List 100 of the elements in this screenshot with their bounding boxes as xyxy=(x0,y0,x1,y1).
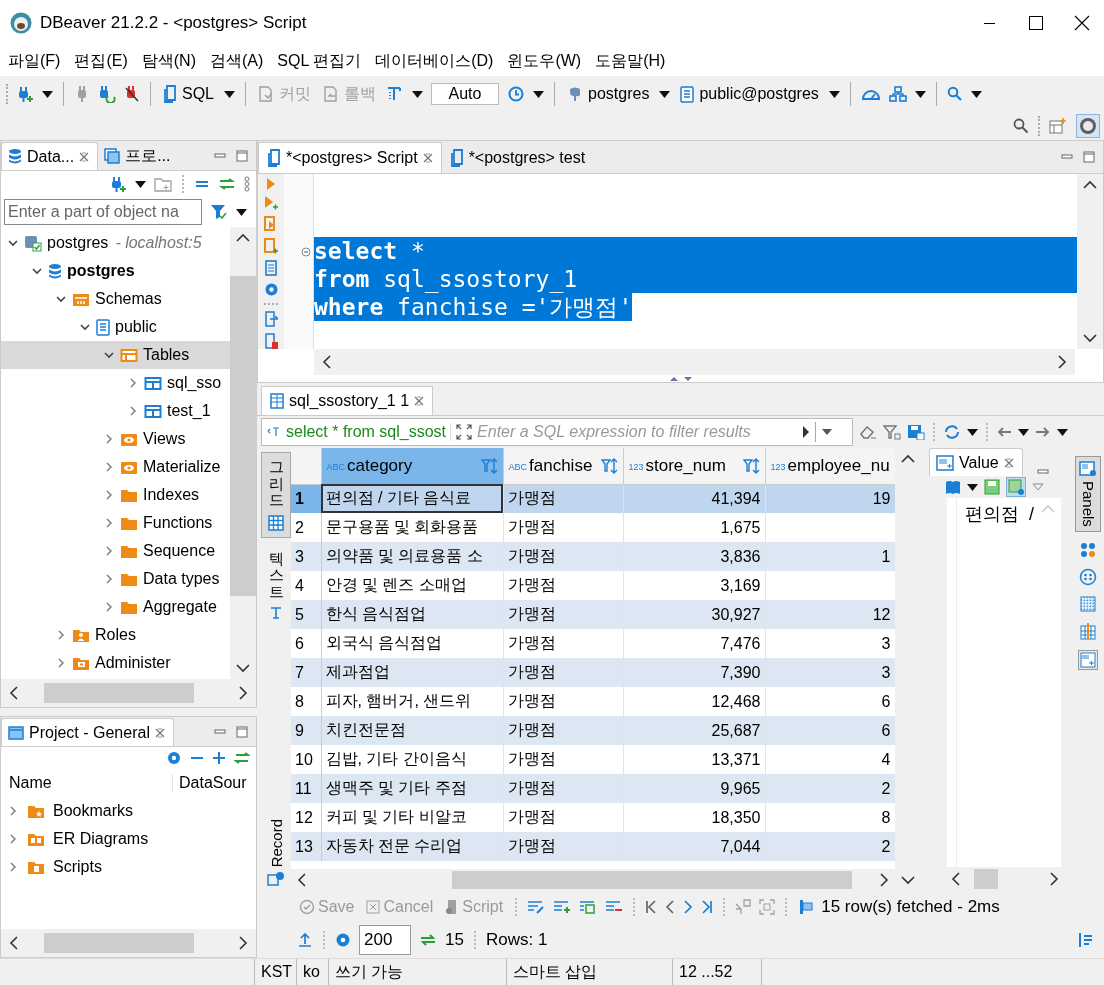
tree-label[interactable]: test_1 xyxy=(167,402,211,420)
table-row[interactable]: 11 생맥주 및 기타 주점 가맹점 9,965 2 xyxy=(291,774,895,803)
column-grid-icon[interactable] xyxy=(1080,621,1096,640)
network-icon[interactable] xyxy=(888,86,907,102)
table-row[interactable]: 2 문구용품 및 회화용품 가맹점 1,675 xyxy=(291,513,895,542)
tree-item[interactable]: Sequence xyxy=(1,537,230,565)
fetch-size-field[interactable]: 200 xyxy=(359,924,411,955)
tree-item[interactable]: postgres xyxy=(1,257,230,285)
filter-field[interactable]: select * from sql_ssost Enter a SQL expression to filter results xyxy=(261,418,853,446)
tab-label[interactable]: Data... xyxy=(27,147,75,166)
scrollbar-thumb[interactable] xyxy=(452,871,852,889)
execute-new-tab-icon[interactable] xyxy=(264,196,278,210)
scroll-left-icon[interactable] xyxy=(322,355,331,369)
caret-icon[interactable] xyxy=(42,90,53,98)
save-filter-icon[interactable] xyxy=(907,424,925,440)
filter-icon[interactable] xyxy=(210,203,228,221)
column-name[interactable]: employee_nu xyxy=(787,455,891,476)
tree-item[interactable]: Schemas xyxy=(1,285,230,313)
view-tab[interactable]: Value xyxy=(929,448,1023,476)
menu-item[interactable]: 데이터베이스(D) xyxy=(375,50,494,72)
scroll-up-icon[interactable] xyxy=(901,454,915,463)
tree-item[interactable]: postgres - localhost:5 xyxy=(1,229,230,257)
column-header[interactable]: Name xyxy=(1,774,173,792)
open-perspective-icon[interactable] xyxy=(1049,117,1067,135)
settings-icon[interactable] xyxy=(166,750,182,766)
view-tab[interactable]: 프로... xyxy=(98,142,179,170)
commit-mode-field[interactable]: Auto xyxy=(431,83,499,105)
row-number[interactable]: 2 xyxy=(291,513,321,542)
row-number[interactable]: 9 xyxy=(291,716,321,745)
menu-item[interactable]: 검색(A) xyxy=(210,50,264,72)
editor-tab[interactable]: *<postgres> test xyxy=(441,142,594,173)
view-mode-label[interactable]: 그리드 xyxy=(268,459,284,509)
tree-item[interactable]: test_1 xyxy=(1,397,230,425)
tree-item[interactable]: Functions xyxy=(1,509,230,537)
caret-icon[interactable] xyxy=(533,90,544,98)
column-name[interactable]: fanchise xyxy=(529,455,601,476)
value-panel-icon[interactable] xyxy=(1078,649,1098,670)
export-icon[interactable] xyxy=(297,931,313,948)
table-row[interactable]: 8 피자, 햄버거, 샌드위 가맹점 12,468 6 xyxy=(291,687,895,716)
row-number[interactable]: 3 xyxy=(291,542,321,571)
maximize-view-icon[interactable] xyxy=(236,149,248,162)
column-name[interactable]: category xyxy=(347,455,481,476)
tree-item[interactable]: Indexes xyxy=(1,481,230,509)
row-number[interactable]: 4 xyxy=(291,571,321,600)
record-mode-button[interactable]: Record xyxy=(267,818,285,867)
caret-icon[interactable] xyxy=(236,208,247,216)
content-viewer-icon[interactable] xyxy=(945,479,961,495)
view-tab[interactable]: Data... xyxy=(1,142,99,170)
tree-label[interactable]: public xyxy=(115,318,157,336)
add-row-icon[interactable] xyxy=(553,900,572,914)
perspective-icon[interactable] xyxy=(1076,114,1100,138)
scroll-down-icon[interactable] xyxy=(1083,334,1097,343)
scrollbar-thumb[interactable] xyxy=(44,683,194,703)
tab-label[interactable]: *<postgres> test xyxy=(468,148,586,167)
column-name[interactable]: store_num xyxy=(645,455,743,476)
tab-label[interactable]: sql_ssostory_1 1 xyxy=(289,392,410,410)
view-mode-tab[interactable]: 그리드 xyxy=(261,452,291,538)
next-page-icon[interactable] xyxy=(683,900,694,914)
scroll-left-icon[interactable] xyxy=(951,872,960,886)
row-number[interactable]: 13 xyxy=(291,832,321,861)
table-row[interactable]: 10 김밥, 기타 간이음식 가맹점 13,371 4 xyxy=(291,745,895,774)
result-tab[interactable]: sql_ssostory_1 1 xyxy=(261,386,434,415)
tree-label[interactable]: Roles xyxy=(95,626,136,644)
tree-item[interactable]: Aggregate xyxy=(1,593,230,621)
disconnect-all-icon[interactable] xyxy=(124,85,140,103)
scroll-right-icon[interactable] xyxy=(1058,355,1067,369)
fold-icon[interactable] xyxy=(301,247,311,257)
caret-icon[interactable] xyxy=(1057,428,1068,436)
sort-filter-icon[interactable] xyxy=(600,457,619,474)
filter-history-icon[interactable] xyxy=(821,428,834,436)
caret-icon[interactable] xyxy=(967,483,978,491)
edit-row-icon[interactable] xyxy=(527,900,546,914)
scroll-up-icon[interactable] xyxy=(1083,180,1097,189)
expand-editor-icon[interactable] xyxy=(456,424,473,440)
horizontal-scrollbar[interactable] xyxy=(1,929,256,957)
plug-icon[interactable] xyxy=(109,175,127,193)
tree-label[interactable]: Bookmarks xyxy=(53,802,134,820)
caret-icon[interactable] xyxy=(135,180,146,188)
search-icon[interactable] xyxy=(946,86,963,102)
caret-icon[interactable] xyxy=(659,90,671,98)
tree-label[interactable]: Schemas xyxy=(95,290,162,308)
filter-settings-icon[interactable] xyxy=(883,424,901,440)
row-number[interactable]: 1 xyxy=(291,484,321,513)
menu-item[interactable]: 탐색(N) xyxy=(141,50,196,72)
search-icon[interactable] xyxy=(1013,118,1029,134)
view-menu-icon[interactable] xyxy=(1032,483,1044,491)
view-tab[interactable]: Project - General xyxy=(1,718,174,746)
checker-grid-icon[interactable] xyxy=(1080,595,1096,612)
delete-row-icon[interactable] xyxy=(605,900,624,914)
table-row[interactable]: 5 한식 음식점업 가맹점 30,927 12 xyxy=(291,600,895,629)
caret-icon[interactable] xyxy=(224,90,235,98)
link-editor-icon[interactable] xyxy=(218,178,236,190)
menu-item[interactable]: 윈도우(W) xyxy=(507,50,582,72)
column-header[interactable]: 123 employee_nu xyxy=(765,448,895,484)
row-number[interactable]: 11 xyxy=(291,774,321,803)
tree-label[interactable]: Materialize xyxy=(143,458,221,476)
column-header[interactable]: 123 store_num xyxy=(623,448,765,484)
menu-item[interactable]: 도움말(H) xyxy=(595,50,666,72)
tree-label[interactable]: ER Diagrams xyxy=(53,830,149,848)
menu-item[interactable]: 편집(E) xyxy=(74,50,128,72)
